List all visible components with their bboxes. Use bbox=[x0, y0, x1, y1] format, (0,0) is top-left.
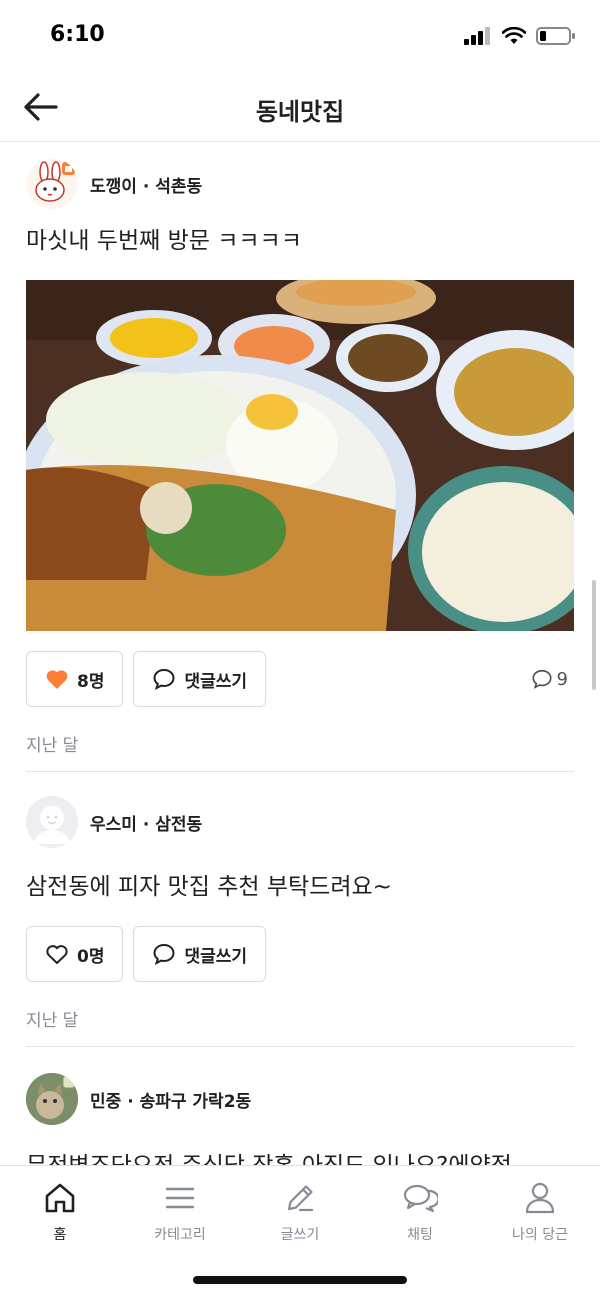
like-count: 0명 bbox=[77, 946, 105, 967]
avatar[interactable] bbox=[26, 1073, 78, 1125]
comment-button[interactable]: 댓글쓰기 bbox=[133, 926, 267, 982]
tab-my[interactable]: 나의 당근 bbox=[480, 1166, 600, 1256]
comment-count-value: 9 bbox=[556, 668, 568, 690]
post-card[interactable]: 우스미 · 삼전동 삼전동에 피자 맛집 추천 부탁드려요~ 0명 댓글쓰기 지… bbox=[26, 772, 574, 1047]
comment-count[interactable]: 9 bbox=[531, 668, 568, 690]
post-text[interactable]: 마싯내 두번째 방문 ㅋㅋㅋㅋ bbox=[26, 224, 574, 258]
tab-chat[interactable]: 채팅 bbox=[360, 1166, 480, 1256]
tab-label: 카테고리 bbox=[154, 1227, 206, 1243]
author-name[interactable]: 우스미 · 삼전동 bbox=[90, 810, 202, 835]
person-icon bbox=[525, 1182, 555, 1214]
tab-label: 홈 bbox=[53, 1227, 67, 1243]
post-time: 지난 달 bbox=[26, 1011, 79, 1031]
tab-category[interactable]: 카테고리 bbox=[120, 1166, 240, 1256]
scrollbar[interactable] bbox=[592, 580, 596, 690]
post-actions: 0명 댓글쓰기 bbox=[26, 926, 574, 982]
comment-button-label: 댓글쓰기 bbox=[184, 946, 248, 967]
like-count: 8명 bbox=[77, 671, 105, 692]
heart-outline-icon bbox=[46, 945, 68, 964]
post-feed[interactable]: 도깽이 · 석촌동 마싯내 두번째 방문 ㅋㅋㅋㅋ 8명 댓글쓰기 9 지난 달… bbox=[0, 142, 600, 1165]
comment-count-icon bbox=[532, 669, 552, 689]
speech-bubble-icon bbox=[153, 668, 175, 690]
avatar[interactable] bbox=[26, 158, 78, 210]
chat-icon bbox=[403, 1184, 438, 1213]
author-name[interactable]: 도깽이 · 석촌동 bbox=[90, 172, 202, 197]
like-button[interactable]: 8명 bbox=[26, 651, 124, 707]
menu-icon bbox=[165, 1187, 195, 1209]
speech-bubble-icon bbox=[153, 943, 175, 965]
pencil-icon bbox=[287, 1185, 314, 1212]
tab-write[interactable]: 글쓰기 bbox=[240, 1166, 360, 1256]
tab-label: 나의 당근 bbox=[512, 1227, 568, 1243]
post-card[interactable]: 도깽이 · 석촌동 마싯내 두번째 방문 ㅋㅋㅋㅋ 8명 댓글쓰기 9 지난 달 bbox=[26, 142, 574, 772]
post-photo[interactable] bbox=[26, 280, 574, 631]
post-card[interactable]: 민중 · 송파구 가락2동 무전변조단오전 주식당 작홍 아직도 있나요?에약적 bbox=[26, 1047, 574, 1165]
post-author[interactable]: 민중 · 송파구 가락2동 bbox=[26, 1071, 574, 1127]
signal-icon bbox=[464, 27, 490, 45]
like-button[interactable]: 0명 bbox=[26, 926, 124, 982]
heart-filled-icon bbox=[46, 670, 68, 689]
status-icons bbox=[464, 26, 576, 46]
battery-icon bbox=[536, 27, 575, 45]
post-time: 지난 달 bbox=[26, 736, 79, 756]
post-text[interactable]: 무전변조단오전 주식당 작홍 아직도 있나요?에약적 bbox=[26, 1149, 574, 1165]
tab-label: 채팅 bbox=[407, 1227, 433, 1243]
bunny-avatar-icon bbox=[27, 159, 77, 209]
app-header: 동네맛집 bbox=[0, 72, 600, 142]
post-author[interactable]: 도깽이 · 석촌동 bbox=[26, 144, 574, 224]
post-author[interactable]: 우스미 · 삼전동 bbox=[26, 794, 574, 850]
tab-label: 글쓰기 bbox=[280, 1227, 320, 1243]
page-title: 동네맛집 bbox=[255, 98, 345, 126]
home-icon bbox=[45, 1183, 75, 1213]
status-time: 6:10 bbox=[50, 22, 105, 47]
author-name[interactable]: 민중 · 송파구 가락2동 bbox=[90, 1087, 251, 1112]
wifi-icon bbox=[502, 27, 526, 44]
avatar[interactable] bbox=[26, 796, 78, 848]
status-bar: 6:10 bbox=[0, 0, 600, 72]
comment-button-label: 댓글쓰기 bbox=[184, 671, 248, 692]
comment-button[interactable]: 댓글쓰기 bbox=[133, 651, 267, 707]
post-actions: 8명 댓글쓰기 9 bbox=[26, 651, 574, 707]
cat-avatar-icon bbox=[26, 1073, 78, 1125]
tab-home[interactable]: 홈 bbox=[0, 1166, 120, 1256]
food-photo bbox=[26, 280, 574, 631]
home-indicator[interactable] bbox=[193, 1276, 407, 1284]
default-avatar-icon bbox=[26, 796, 78, 848]
post-text[interactable]: 삼전동에 피자 맛집 추천 부탁드려요~ bbox=[26, 870, 574, 904]
